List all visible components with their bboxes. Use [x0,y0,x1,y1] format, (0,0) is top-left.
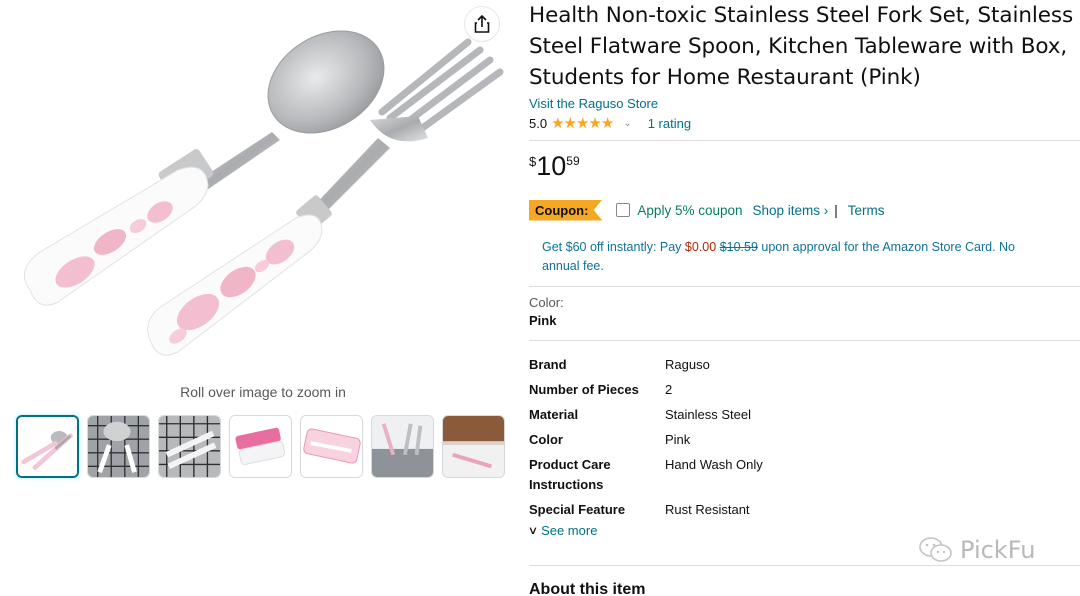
watermark: PickFu [918,536,1035,564]
coupon-row: Coupon: Apply 5% coupon Shop items › | T… [529,199,1080,221]
spec-key: Brand [529,357,567,372]
thumbnail-7[interactable] [442,415,505,478]
shop-items-link[interactable]: Shop items › [753,203,829,218]
spec-value: 2 [665,382,673,397]
thumbnail-1[interactable] [16,415,79,478]
card-offer-prefix: Get $60 off instantly: Pay [542,240,685,254]
specs-table: Brand Raguso Number of Pieces 2 Material St… [529,355,1080,520]
card-offer-old-price: $10.59 [719,240,758,254]
rating-count-link[interactable]: 1 rating [648,116,691,131]
watermark-text: PickFu [960,536,1036,564]
chevron-down-icon[interactable]: ⌄ [623,118,631,129]
color-value: Pink [529,313,557,328]
price-fraction: 59 [566,154,580,168]
divider [529,565,1080,566]
chevron-down-icon: ∨ [527,525,539,537]
price-symbol: $ [529,154,537,169]
see-more-label: See more [541,523,598,538]
terms-link[interactable]: Terms [848,203,885,218]
thumbnail-3[interactable] [158,415,221,478]
color-selector: Color: Pink [529,295,1080,328]
coupon-checkbox[interactable] [616,203,631,217]
spec-key: Material [529,407,579,422]
card-offer-new-price: $0.00 [684,240,717,254]
coupon-badge: Coupon: [529,199,603,221]
spec-value: Rust Resistant [665,502,750,517]
spec-key: Color [529,432,563,447]
thumbnail-2[interactable] [87,415,150,478]
coupon-separator: | [834,202,838,218]
product-details: Health Non-toxic Stainless Steel Fork Se… [527,0,1080,538]
thumbnail-strip [16,415,505,478]
store-card-offer[interactable]: Get $60 off instantly: Pay $0.00 $10.59 … [529,238,1054,276]
spec-value: Raguso [665,357,710,372]
price-whole: 10 [536,151,567,181]
thumbnail-6[interactable] [371,415,434,478]
rating-row: 5.0 ★★★★★ ⌄ 1 rating [529,114,1080,132]
divider [529,340,1080,341]
spec-key: Number of Pieces [529,382,639,397]
store-link[interactable]: Visit the Raguso Store [529,96,1080,111]
spec-row: Brand Raguso [529,355,1080,375]
zoom-hint: Roll over image to zoom in [180,384,346,400]
spec-row: Material Stainless Steel [529,405,1080,425]
apply-coupon-label[interactable]: Apply 5% coupon [637,203,742,218]
thumbnail-5[interactable] [300,415,363,478]
spec-row: Number of Pieces 2 [529,380,1080,400]
star-rating-icon[interactable]: ★★★★★ [551,114,614,132]
spec-key: Product Care Instructions [529,457,611,492]
spec-row: Color Pink [529,430,1080,450]
color-label: Color: [529,295,564,310]
spec-row: Product Care Instructions Hand Wash Only [529,455,1080,495]
share-icon [474,14,490,33]
rating-value: 5.0 [529,115,548,131]
image-gallery: Roll over image to zoom in [0,0,520,596]
price: $ 10 59 [529,151,1080,183]
spec-row: Special Feature Rust Resistant [529,500,1080,520]
spec-value: Pink [665,432,691,447]
main-product-image[interactable] [10,20,510,360]
about-heading: About this item [529,581,646,596]
thumbnail-4[interactable] [229,415,292,478]
wechat-icon [919,537,952,562]
product-title: Health Non-toxic Stainless Steel Fork Se… [529,3,1074,90]
share-button[interactable] [464,6,500,42]
spec-value: Hand Wash Only [665,457,763,472]
spec-value: Stainless Steel [665,407,751,422]
divider [529,286,1080,287]
divider [529,140,1080,141]
spec-key: Special Feature [529,502,626,517]
